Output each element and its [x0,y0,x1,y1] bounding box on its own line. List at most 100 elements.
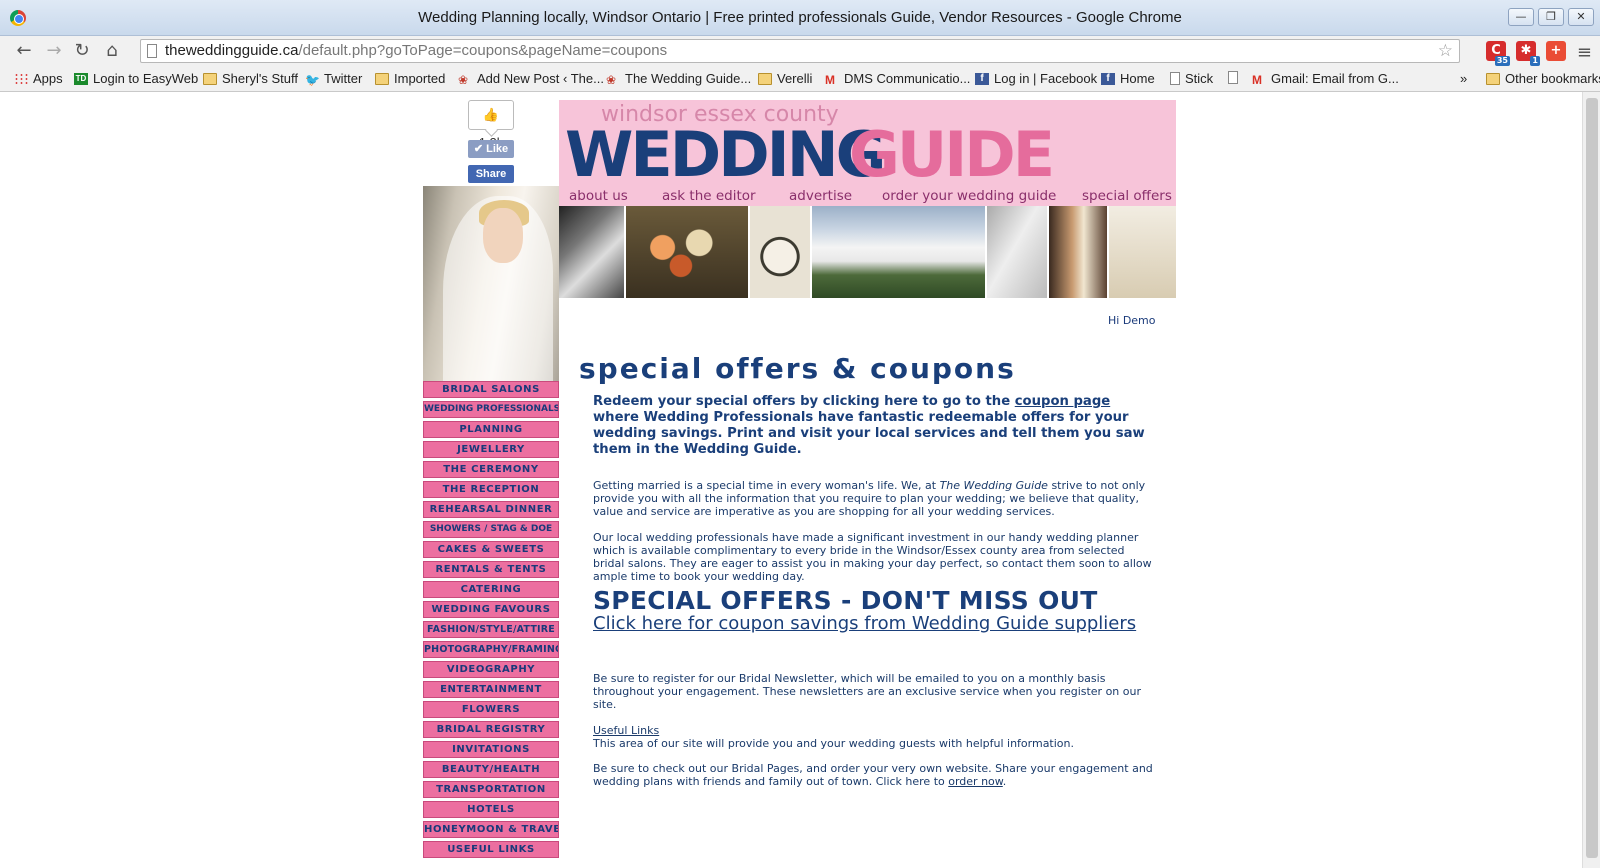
facebook-share-button[interactable]: Share [468,165,514,183]
order-now-link[interactable]: order now [948,775,1003,788]
bookmark-add-new-post[interactable]: ❀ Add New Post ‹ The... [458,71,604,87]
bookmark-star-icon[interactable]: ☆ [1438,41,1453,61]
site-logo-wedding[interactable]: WEDDING [565,118,887,191]
paragraph-newsletter: Be sure to register for our Bridal Newsl… [593,672,1141,711]
bookmark-imported[interactable]: Imported [375,71,445,86]
topnav-about-us[interactable]: about us [569,188,628,204]
category-nav: BRIDAL SALONS WEDDING PROFESSIONALS PLAN… [423,381,559,861]
nav-flowers[interactable]: FLOWERS [423,701,559,718]
nav-hotels[interactable]: HOTELS [423,801,559,818]
home-icon[interactable]: ⌂ [100,39,124,63]
back-arrow-icon[interactable]: ← [12,39,36,63]
bride-photo [423,186,559,381]
apps-icon [14,72,28,85]
photo-bouquet [626,206,750,298]
minimize-button[interactable]: — [1508,8,1534,26]
extension-c-icon[interactable]: C 35 [1486,41,1510,66]
reload-icon[interactable]: ↻ [70,39,94,63]
twitter-icon: 🐦 [305,72,320,87]
nav-invitations[interactable]: INVITATIONS [423,741,559,758]
nav-planning[interactable]: PLANNING [423,421,559,438]
nav-rentals-tents[interactable]: RENTALS & TENTS [423,561,559,578]
wordpress-icon: ❀ [458,72,469,87]
bookmark-dms[interactable]: M DMS Communicatio... [825,71,970,87]
page-scrollbar[interactable] [1582,92,1600,868]
extension-plus-icon[interactable]: + [1546,41,1566,61]
nav-photography-framing[interactable]: PHOTOGRAPHY/FRAMING [423,641,559,658]
nav-videography[interactable]: VIDEOGRAPHY [423,661,559,678]
nav-showers-stag-doe[interactable]: SHOWERS / STAG & DOE [423,521,559,538]
paragraph-about: Getting married is a special time in eve… [593,479,1146,518]
bookmarks-bar: Apps TD Login to EasyWeb Sheryl's Stuff 🐦… [0,66,1600,92]
bookmark-facebook-login[interactable]: f Log in | Facebook [975,71,1097,86]
facebook-like-button[interactable]: ✔ Like [468,140,514,158]
bookmark-verelli[interactable]: Verelli [758,71,812,86]
photo-couple [1049,206,1109,298]
nav-rehearsal-dinner[interactable]: REHEARSAL DINNER [423,501,559,518]
site-header: windsor essex county WEDDING GUIDE about… [559,100,1176,206]
bookmark-home[interactable]: f Home [1101,71,1155,86]
nav-the-ceremony[interactable]: THE CEREMONY [423,461,559,478]
paragraph-professionals: Our local wedding professionals have mad… [593,531,1152,583]
bookmark-other[interactable]: Other bookmarks [1486,71,1600,86]
bookmark-twitter[interactable]: 🐦 Twitter [305,71,362,87]
scrollbar-thumb[interactable] [1586,98,1598,858]
photo-strip [559,206,1176,298]
wordpress-icon: ❀ [606,72,617,87]
nav-fashion-style-attire[interactable]: FASHION/STYLE/ATTIRE [423,621,559,638]
site-logo-guide[interactable]: GUIDE [849,118,1055,191]
top-nav: about us ask the editor advertise order … [559,188,1176,206]
topnav-ask-the-editor[interactable]: ask the editor [662,188,756,204]
photo-tent [812,206,987,298]
maximize-button[interactable]: ❐ [1538,8,1564,26]
bookmark-sheryls-stuff[interactable]: Sheryl's Stuff [203,71,298,86]
nav-useful-links[interactable]: USEFUL LINKS [423,841,559,858]
facebook-icon: f [975,72,989,85]
useful-links-link[interactable]: Useful Links [593,724,659,737]
nav-bridal-registry[interactable]: BRIDAL REGISTRY [423,721,559,738]
facebook-icon: f [1101,72,1115,85]
useful-links-section: Useful Links This area of our site will … [593,724,1075,750]
folder-icon [758,72,772,85]
bookmark-gmail[interactable]: M Gmail: Email from G... [1252,71,1399,87]
bookmark-blank[interactable] [1228,71,1243,84]
nav-transportation[interactable]: TRANSPORTATION [423,781,559,798]
forward-arrow-icon[interactable]: → [42,39,66,63]
nav-wedding-professionals[interactable]: WEDDING PROFESSIONALS [423,401,559,418]
nav-jewellery[interactable]: JEWELLERY [423,441,559,458]
topnav-special-offers[interactable]: special offers [1082,188,1172,204]
address-bar[interactable]: theweddingguide.ca/default.php?goToPage=… [140,39,1460,63]
nav-catering[interactable]: CATERING [423,581,559,598]
gmail-icon: M [825,72,835,87]
photo-invitation [987,206,1049,298]
nav-entertainment[interactable]: ENTERTAINMENT [423,681,559,698]
bookmark-apps[interactable]: Apps [14,71,63,86]
photo-bride-car [559,206,626,298]
bookmark-wedding-guide[interactable]: ❀ The Wedding Guide... [606,71,751,87]
window-titlebar: Wedding Planning locally, Windsor Ontari… [0,0,1600,36]
thumbs-up-icon: 👍 [482,107,500,122]
url-text[interactable]: theweddingguide.ca/default.php?goToPage=… [165,42,667,59]
nav-beauty-health[interactable]: BEAUTY/HEALTH [423,761,559,778]
nav-the-reception[interactable]: THE RECEPTION [423,481,559,498]
user-greeting: Hi Demo [1108,314,1156,327]
bookmark-easyweb[interactable]: TD Login to EasyWeb [74,71,198,86]
coupon-savings-link[interactable]: Click here for coupon savings from Weddi… [593,613,1136,634]
topnav-order-wedding-guide[interactable]: order your wedding guide [882,188,1056,204]
coupon-page-link[interactable]: coupon page [1015,394,1110,409]
close-button[interactable]: ✕ [1568,8,1594,26]
facebook-like-count: 👍 1.2k [468,100,514,150]
bookmark-stick[interactable]: Stick [1170,71,1213,86]
folder-icon [375,72,389,85]
special-offers-heading: SPECIAL OFFERS - DON'T MISS OUT [593,586,1098,615]
gmail-icon: M [1252,72,1262,87]
nav-honeymoon-travel[interactable]: HONEYMOON & TRAVEL [423,821,559,838]
extension-asterisk-icon[interactable]: ✱ 1 [1516,41,1540,66]
folder-icon [1486,72,1500,85]
nav-bridal-salons[interactable]: BRIDAL SALONS [423,381,559,398]
chrome-menu-icon[interactable]: ≡ [1577,42,1592,63]
nav-wedding-favours[interactable]: WEDDING FAVOURS [423,601,559,618]
topnav-advertise[interactable]: advertise [789,188,852,204]
bookmarks-overflow-button[interactable]: » [1460,71,1467,86]
nav-cakes-sweets[interactable]: CAKES & SWEETS [423,541,559,558]
